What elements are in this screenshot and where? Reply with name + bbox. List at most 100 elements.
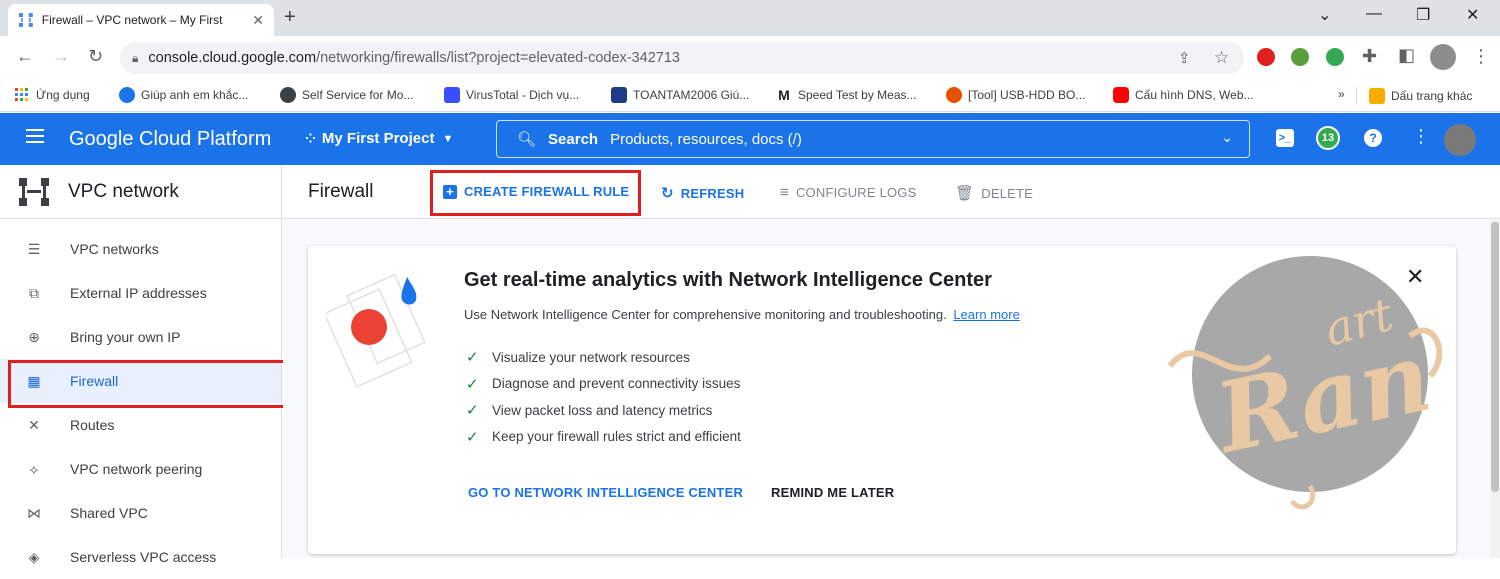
bookmark-label: [Tool] USB-HDD BO... — [968, 88, 1086, 102]
avatar[interactable] — [1444, 124, 1476, 156]
reload-icon[interactable]: ↻ — [88, 46, 103, 67]
search-hint: Products, resources, docs (/) — [610, 130, 802, 148]
chevron-down-icon[interactable]: ⌄ — [1221, 129, 1233, 146]
nic-illustration — [326, 273, 426, 388]
opera-extension-icon[interactable] — [1257, 48, 1275, 66]
trash-icon: 🗑︎ — [955, 185, 975, 202]
sidebar-nav: ☰ VPC networks ⧉ External IP addresses ⊕… — [0, 219, 288, 579]
scrollbar-thumb[interactable] — [1491, 222, 1499, 492]
sidebar-item-firewall[interactable]: ▦ Firewall — [0, 359, 288, 408]
tab-close-icon[interactable]: ✕ — [252, 12, 264, 29]
sidebar-item-label: Routes — [70, 417, 115, 433]
sidebar-item-external-ip[interactable]: ⧉ External IP addresses — [0, 271, 281, 315]
sidebar-item-vpc-networks[interactable]: ☰ VPC networks — [0, 227, 281, 271]
bookmark-item[interactable]: Self Service for Mo... — [280, 87, 413, 103]
sidebar-item-serverless[interactable]: ◈ Serverless VPC access — [0, 535, 281, 579]
back-icon[interactable]: ← — [16, 46, 34, 67]
sidepanel-icon[interactable]: ◧ — [1398, 45, 1415, 66]
sidebar-item-peering[interactable]: ⟡ VPC network peering — [0, 447, 281, 491]
feature-text: Keep your firewall rules strict and effi… — [492, 429, 741, 445]
forward-icon[interactable]: → — [52, 46, 70, 67]
menu-icon[interactable] — [26, 129, 44, 143]
sidebar-header: VPC network — [0, 165, 281, 219]
new-tab-button[interactable]: + — [284, 6, 296, 29]
go-to-nic-button[interactable]: GO TO NETWORK INTELLIGENCE CENTER — [468, 485, 743, 500]
other-bookmarks-label: Dấu trang khác — [1391, 89, 1473, 103]
apps-grid-icon — [15, 88, 28, 101]
extension-icon[interactable] — [1291, 48, 1309, 66]
share-icon[interactable]: ⇪ — [1178, 49, 1191, 67]
list-item: ✓ View packet loss and latency metrics — [466, 397, 741, 424]
extension-icon[interactable] — [1326, 48, 1344, 66]
create-firewall-rule-button[interactable]: + CREATE FIREWALL RULE — [443, 184, 629, 199]
action-bar: Firewall + CREATE FIREWALL RULE ↻ REFRES… — [283, 165, 1500, 219]
notifications-badge[interactable]: 13 — [1316, 126, 1340, 150]
profile-avatar[interactable] — [1430, 44, 1456, 70]
globe-icon — [280, 87, 296, 103]
bookmark-label: Self Service for Mo... — [302, 88, 414, 102]
page-title: Firewall — [308, 181, 374, 202]
watermark-logo: art Ran — [1167, 256, 1443, 510]
help-icon[interactable]: ? — [1364, 129, 1382, 147]
sidebar-item-label: External IP addresses — [70, 285, 207, 301]
configure-logs-label: CONFIGURE LOGS — [795, 185, 917, 200]
search-bar[interactable]: 🔍︎ Search Products, resources, docs (/) … — [496, 120, 1250, 158]
tab-search-icon[interactable]: ⌄ — [1318, 5, 1331, 25]
sidebar-item-label: Shared VPC — [70, 505, 148, 521]
bookmark-star-icon[interactable]: ☆ — [1214, 48, 1229, 68]
gcp-logo[interactable]: Google Cloud Platform — [69, 128, 271, 151]
peering-icon: ⟡ — [29, 460, 39, 477]
serverless-icon: ◈ — [28, 548, 40, 565]
minimize-icon[interactable]: — — [1366, 5, 1382, 23]
bookmark-item[interactable]: Ứng dụng — [14, 87, 90, 103]
bookmark-favicon-icon — [119, 87, 135, 103]
browser-tab[interactable]: Firewall – VPC network – My First ✕ — [8, 4, 274, 36]
bookmark-item[interactable]: TOANTAM2006 Giú... — [611, 87, 749, 103]
youtube-icon — [1113, 87, 1129, 103]
configure-logs-button[interactable]: ≡ CONFIGURE LOGS — [780, 184, 917, 201]
url-text: console.cloud.google.com/networking/fire… — [148, 50, 680, 66]
gcp-header: Google Cloud Platform ⁘ My First Project… — [0, 113, 1500, 165]
delete-label: DELETE — [981, 185, 1034, 201]
chrome-menu-icon[interactable]: ⋮ — [1472, 46, 1490, 67]
refresh-button[interactable]: ↻ REFRESH — [661, 184, 744, 202]
vpc-network-icon — [19, 177, 49, 206]
promo-title: Get real-time analytics with Network Int… — [464, 269, 992, 291]
bookmark-item[interactable]: VirusTotal - Dịch vụ... — [444, 87, 579, 103]
more-options-icon[interactable]: ⋮ — [1412, 126, 1430, 147]
bookmark-item[interactable]: Giúp anh em khắc... — [119, 87, 248, 103]
promo-subtitle: Use Network Intelligence Center for comp… — [464, 307, 1020, 322]
shared-vpc-icon: ⋈ — [27, 504, 41, 521]
bookmark-item[interactable]: Cấu hình DNS, Web... — [1113, 87, 1254, 103]
other-bookmarks[interactable]: Dấu trang khác — [1356, 87, 1472, 105]
firewall-icon: ▦ — [27, 372, 41, 389]
cloud-shell-icon[interactable]: >_ — [1276, 129, 1294, 147]
sidebar-item-label: Firewall — [70, 373, 119, 389]
bookmark-favicon-icon — [946, 87, 962, 103]
project-selector[interactable]: ⁘ My First Project ▼ — [305, 130, 453, 147]
sidebar-item-shared-vpc[interactable]: ⋈ Shared VPC — [0, 491, 281, 535]
learn-more-link[interactable]: Learn more — [953, 307, 1019, 322]
feature-text: Visualize your network resources — [492, 349, 690, 365]
sidebar-item-routes[interactable]: ✕ Routes — [0, 403, 281, 447]
delete-button[interactable]: 🗑︎ DELETE — [955, 184, 1033, 202]
bookmarks-overflow-button[interactable]: » — [1338, 87, 1345, 101]
add-box-icon: + — [443, 184, 457, 199]
puzzle-extensions-icon[interactable]: ✚ — [1362, 46, 1377, 67]
address-bar[interactable]: 🔒︎ console.cloud.google.com/networking/f… — [120, 42, 1244, 74]
virustotal-icon — [444, 87, 460, 103]
restore-icon[interactable]: ❐ — [1416, 5, 1430, 25]
remind-me-later-button[interactable]: REMIND ME LATER — [771, 485, 894, 500]
window-close-icon[interactable]: ✕ — [1466, 5, 1479, 25]
promo-subtitle-text: Use Network Intelligence Center for comp… — [464, 307, 947, 322]
bookmarks-more-label: » — [1338, 87, 1345, 101]
bookmark-item[interactable]: [Tool] USB-HDD BO... — [946, 87, 1085, 103]
browser-toolbar: ← → ↻ 🔒︎ console.cloud.google.com/networ… — [0, 36, 1500, 80]
list-item: ✓ Visualize your network resources — [466, 344, 741, 371]
bookmark-label: Speed Test by Meas... — [798, 88, 917, 102]
bookmark-item[interactable]: M Speed Test by Meas... — [776, 87, 917, 103]
sidebar-item-label: Serverless VPC access — [70, 549, 217, 565]
bookmark-label: Ứng dụng — [36, 88, 90, 102]
tab-title: Firewall – VPC network – My First — [41, 13, 223, 27]
sidebar-item-byoip[interactable]: ⊕ Bring your own IP — [0, 315, 281, 359]
